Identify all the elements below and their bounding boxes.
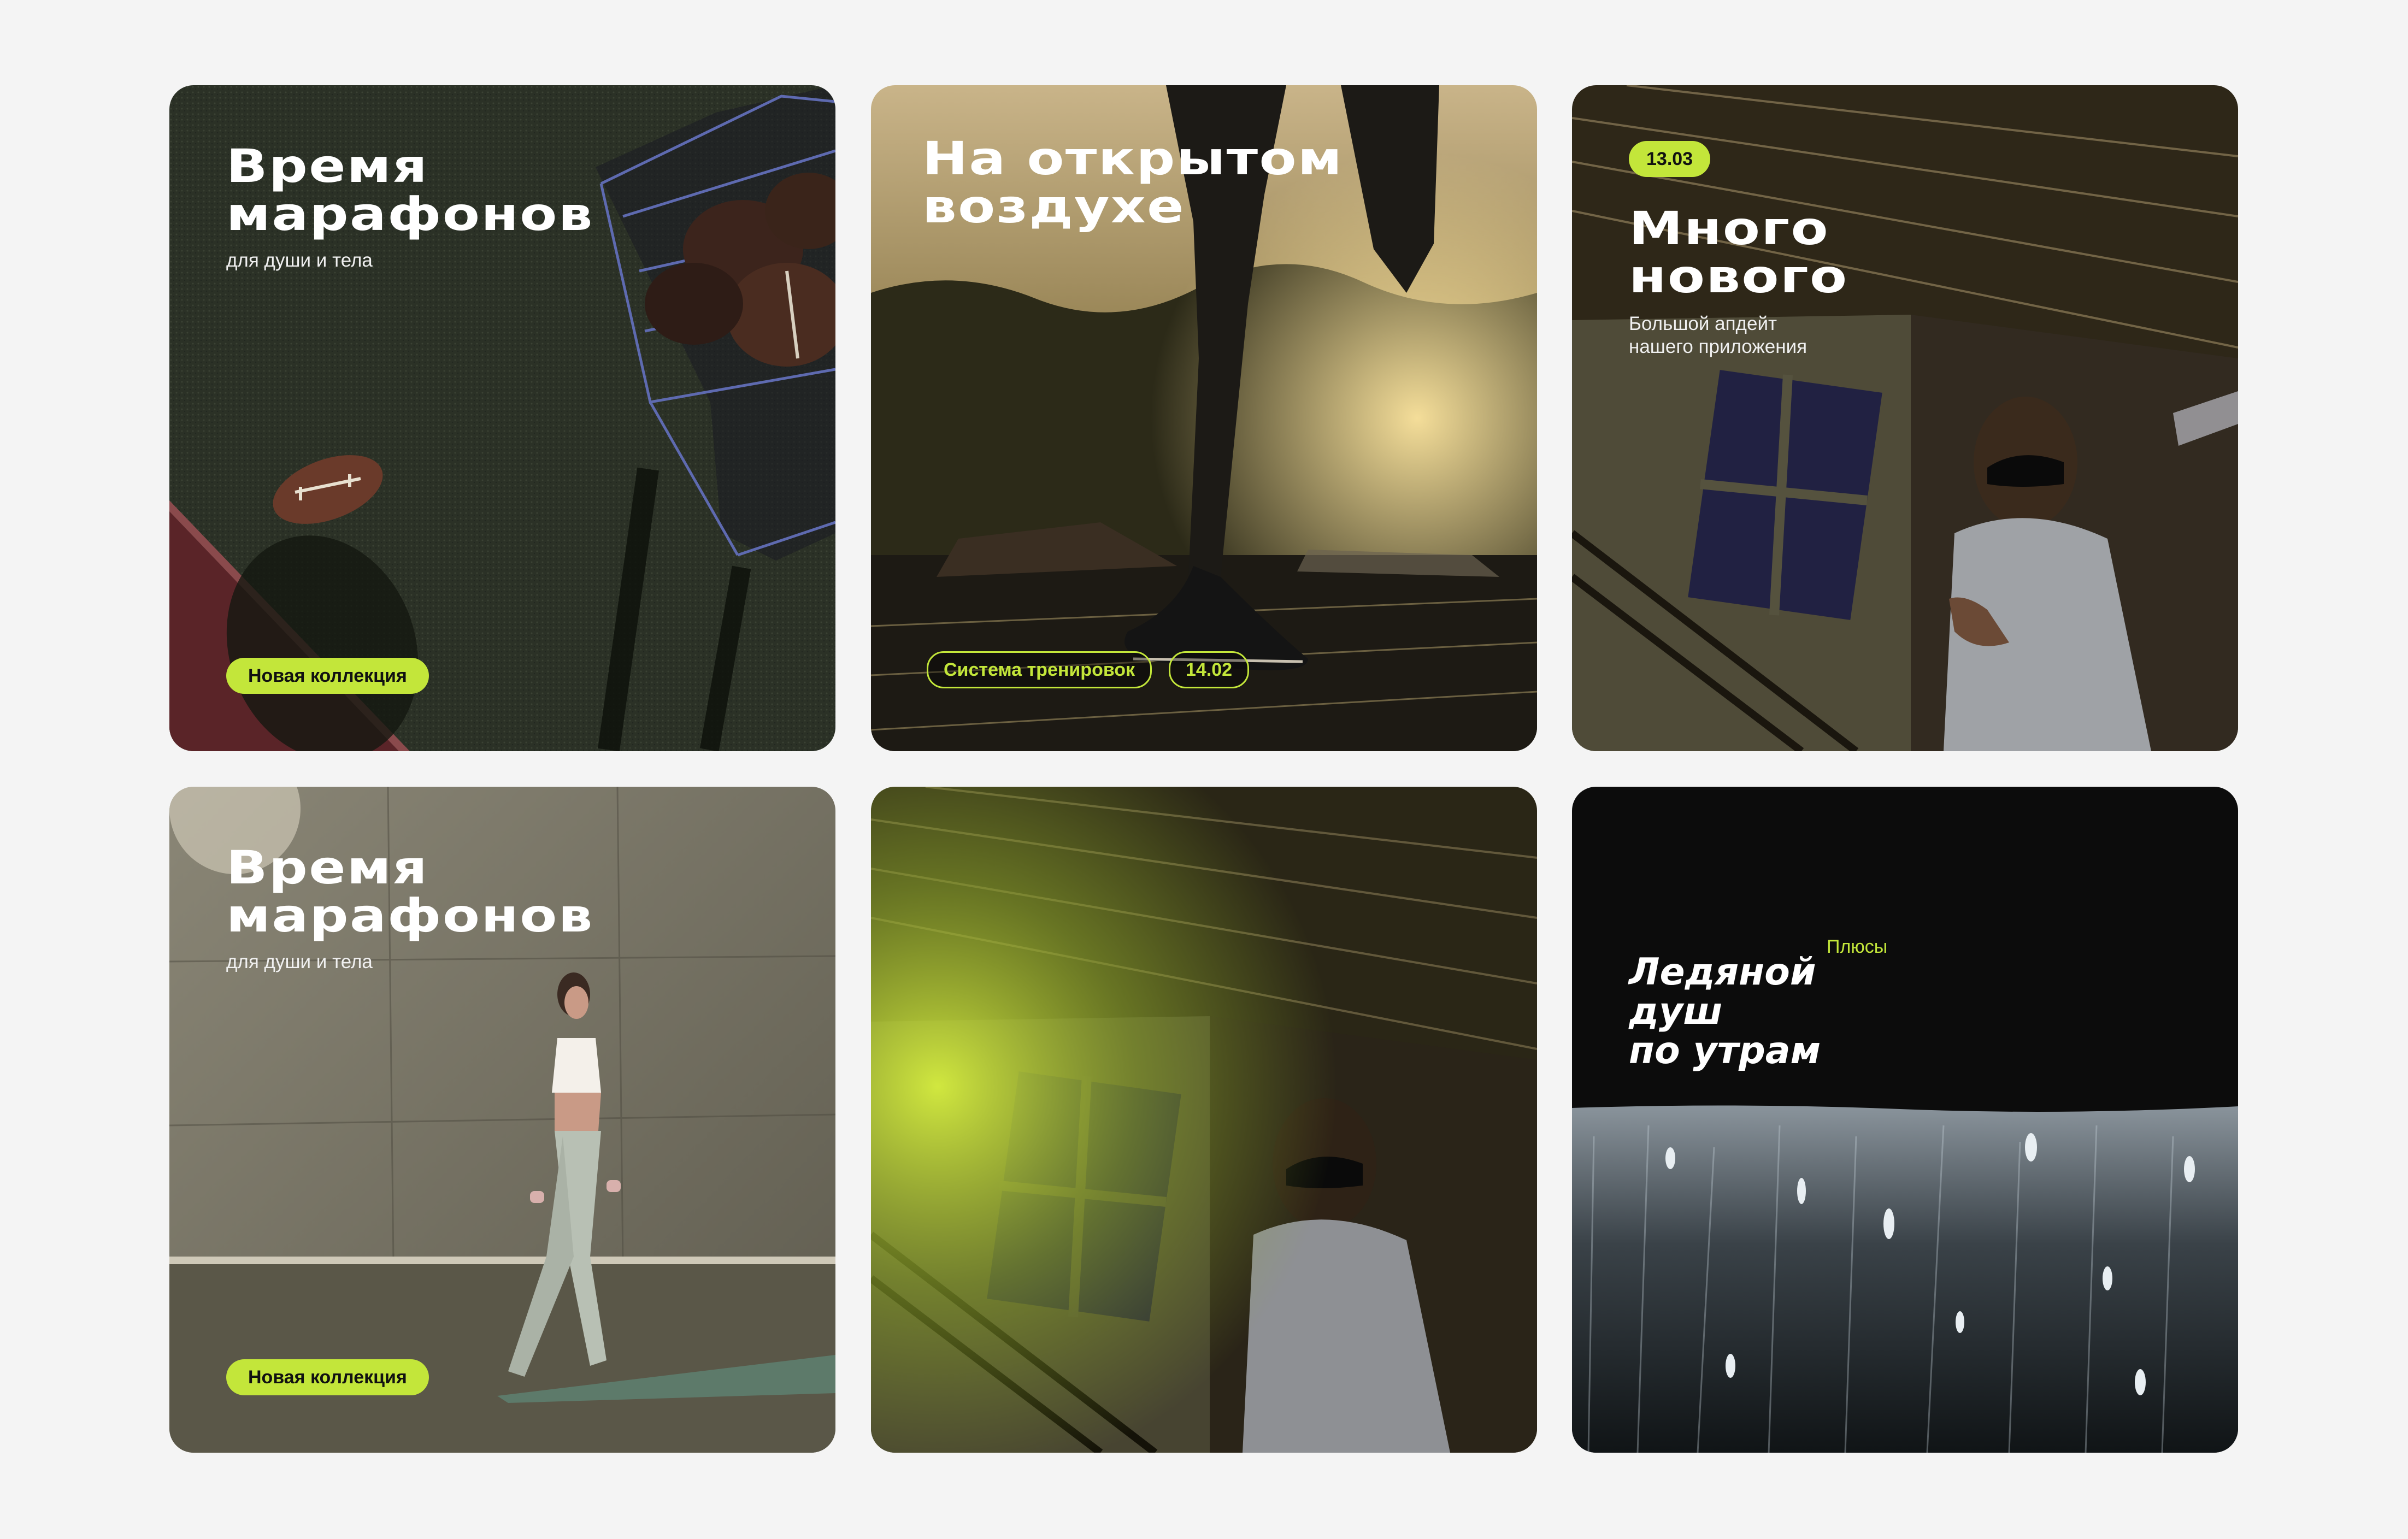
date-tag[interactable]: 14.02 [1169, 651, 1250, 688]
card-title: Время марафонов [226, 139, 594, 241]
card-ice-shower-image [1572, 787, 2238, 1453]
card-whats-new-image [1572, 85, 2238, 751]
card-title: На открытом воздухе [922, 132, 1344, 233]
card-marathons[interactable]: Время марафонов для души и тела Новая ко… [169, 85, 835, 751]
new-collection-badge[interactable]: Новая коллекция [226, 1359, 429, 1395]
training-system-tag[interactable]: Система тренировок [927, 651, 1152, 688]
card-title: Ледяной душ по утрам [1629, 951, 1821, 1072]
card-subtitle: Большой апдейт нашего приложения [1629, 313, 1808, 357]
card-title: Много нового [1629, 202, 1848, 303]
card-title: Время марафонов [226, 841, 594, 942]
card-outdoor[interactable]: На открытом воздухе Система тренировок 1… [871, 85, 1537, 751]
card-subtitle: для души и тела [226, 250, 373, 271]
card-runner-image [871, 787, 1537, 1453]
new-collection-badge[interactable]: Новая коллекция [226, 658, 429, 694]
card-runner-photo[interactable] [871, 787, 1537, 1453]
cards-grid: Время марафонов для души и тела Новая ко… [0, 0, 2408, 1539]
date-badge[interactable]: 13.03 [1629, 141, 1711, 177]
card-subtitle: для души и тела [226, 951, 373, 972]
card-whats-new[interactable]: 13.03 Много нового Большой апдейт нашего… [1572, 85, 2238, 751]
plus-label: Плюсы [1827, 936, 1888, 957]
card-marathons-2[interactable]: Время марафонов для души и тела Новая ко… [169, 787, 835, 1453]
card-ice-shower[interactable]: Плюсы Ледяной душ по утрам [1572, 787, 2238, 1453]
